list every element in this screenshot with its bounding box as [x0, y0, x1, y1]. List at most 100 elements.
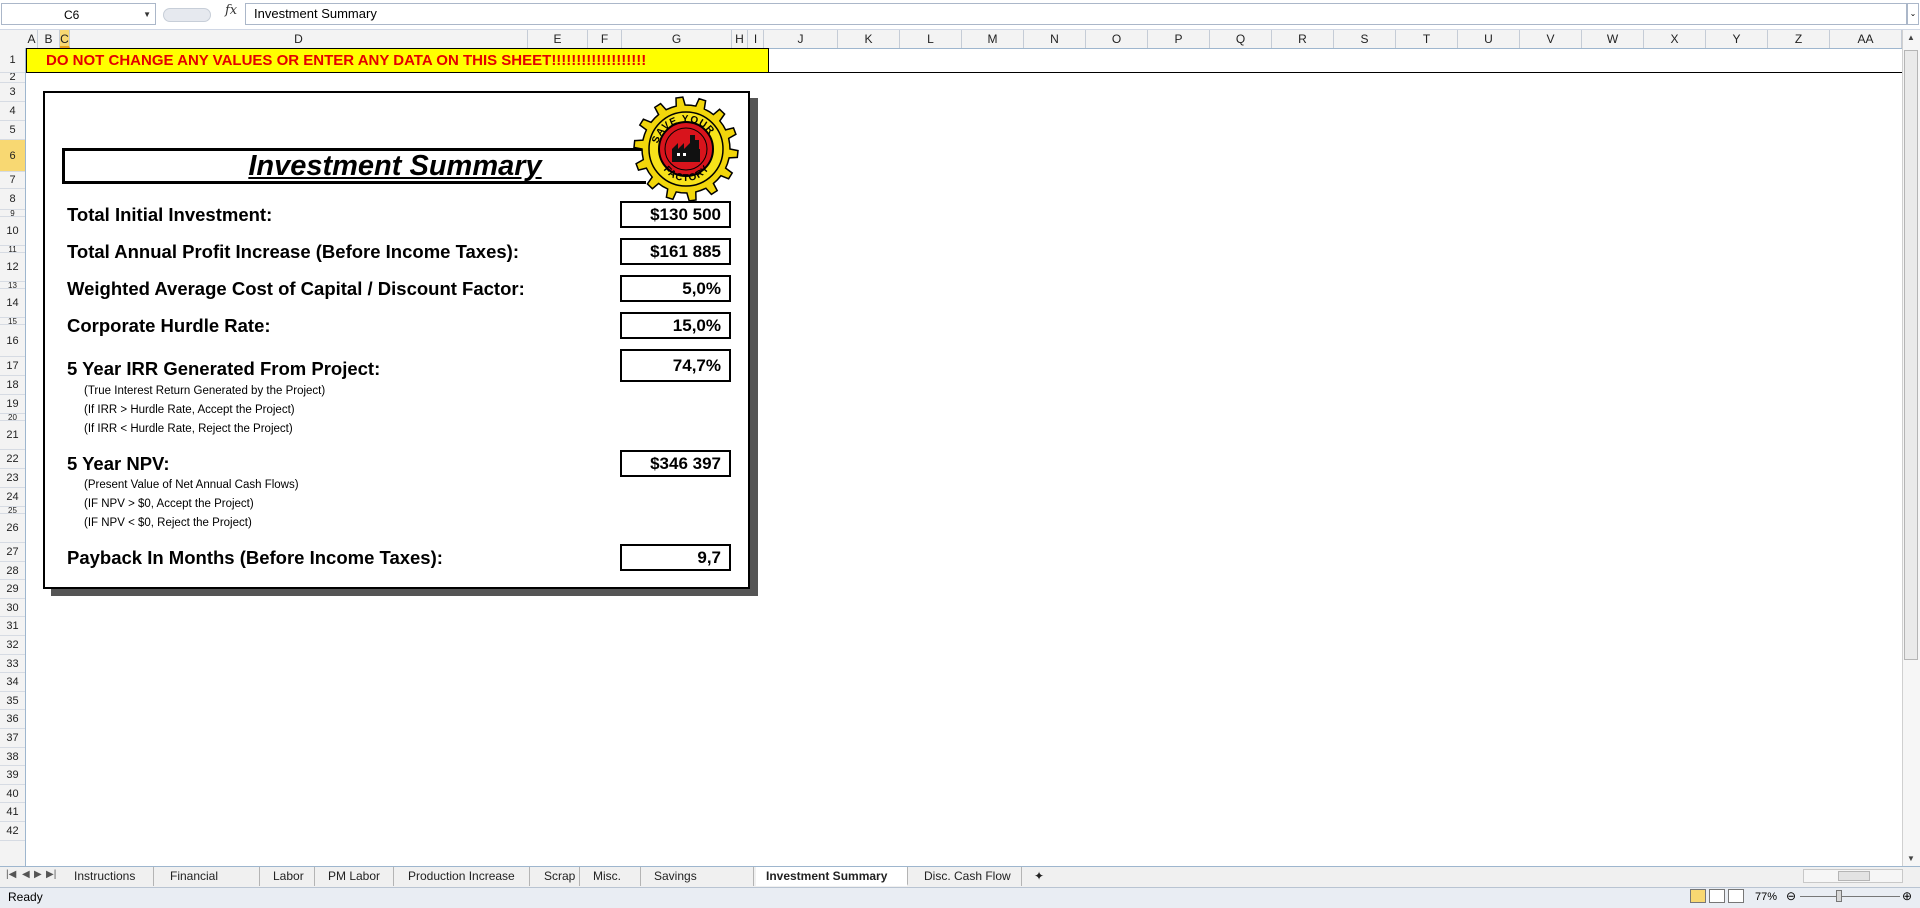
row-header-17[interactable]: 17	[0, 357, 25, 376]
row-header-41[interactable]: 41	[0, 803, 25, 822]
column-header-w[interactable]: W	[1582, 30, 1644, 48]
row-header-22[interactable]: 22	[0, 450, 25, 469]
column-header-i[interactable]: I	[748, 30, 764, 48]
column-header-l[interactable]: L	[900, 30, 962, 48]
zoom-slider-handle[interactable]	[1836, 890, 1842, 902]
column-header-k[interactable]: K	[838, 30, 900, 48]
row-header-12[interactable]: 12	[0, 253, 25, 282]
column-header-o[interactable]: O	[1086, 30, 1148, 48]
column-header-g[interactable]: G	[622, 30, 732, 48]
tab-savings-summary[interactable]: Savings Summary	[644, 867, 754, 901]
row-header-1[interactable]: 1	[0, 48, 25, 73]
row-header-34[interactable]: 34	[0, 673, 25, 692]
annual-profit-increase-value[interactable]: $161 885	[620, 238, 731, 265]
irr-value[interactable]: 74,7%	[620, 349, 731, 382]
row-header-20[interactable]: 20	[0, 414, 25, 421]
row-header-24[interactable]: 24	[0, 488, 25, 507]
column-header-x[interactable]: X	[1644, 30, 1706, 48]
row-header-2[interactable]: 2	[0, 73, 25, 83]
row-header-7[interactable]: 7	[0, 172, 25, 189]
row-header-9[interactable]: 9	[0, 210, 25, 217]
row-header-16[interactable]: 16	[0, 325, 25, 357]
column-header-r[interactable]: R	[1272, 30, 1334, 48]
column-header-v[interactable]: V	[1520, 30, 1582, 48]
row-header-19[interactable]: 19	[0, 395, 25, 414]
row-header-35[interactable]: 35	[0, 692, 25, 711]
zoom-out-icon[interactable]: ⊖	[1786, 889, 1796, 903]
formula-input[interactable]: Investment Summary	[245, 3, 1907, 25]
zoom-level[interactable]: 77%	[1755, 887, 1777, 907]
row-header-26[interactable]: 26	[0, 514, 25, 543]
formula-bar-splitter[interactable]	[163, 8, 211, 22]
row-header-10[interactable]: 10	[0, 217, 25, 246]
row-header-29[interactable]: 29	[0, 580, 25, 599]
tab-production-increase[interactable]: Production Increase	[398, 867, 530, 886]
row-header-14[interactable]: 14	[0, 289, 25, 318]
column-header-n[interactable]: N	[1024, 30, 1086, 48]
page-break-view-button[interactable]	[1728, 889, 1744, 903]
scroll-down-icon[interactable]: ▼	[1904, 852, 1918, 866]
column-header-d[interactable]: D	[70, 30, 528, 48]
tab-scrap[interactable]: Scrap	[534, 867, 580, 886]
column-header-e[interactable]: E	[528, 30, 588, 48]
vertical-scroll-thumb[interactable]	[1904, 50, 1918, 660]
npv-value[interactable]: $346 397	[620, 450, 731, 477]
row-header-25[interactable]: 25	[0, 507, 25, 514]
row-header-39[interactable]: 39	[0, 766, 25, 785]
column-header-q[interactable]: Q	[1210, 30, 1272, 48]
first-sheet-icon[interactable]: |◀	[6, 869, 16, 880]
page-layout-view-button[interactable]	[1709, 889, 1725, 903]
column-header-f[interactable]: F	[588, 30, 622, 48]
horizontal-scroll-thumb[interactable]	[1838, 871, 1870, 881]
payback-value[interactable]: 9,7	[620, 544, 731, 571]
row-header-18[interactable]: 18	[0, 376, 25, 395]
tab-financial-inputs[interactable]: Financial Inputs	[160, 867, 260, 901]
tab-instructions[interactable]: Instructions	[64, 867, 154, 886]
prev-sheet-icon[interactable]: ◀	[22, 869, 30, 880]
row-header-27[interactable]: 27	[0, 543, 25, 562]
column-header-y[interactable]: Y	[1706, 30, 1768, 48]
chevron-down-icon[interactable]: ▼	[143, 4, 151, 26]
row-header-42[interactable]: 42	[0, 822, 25, 841]
wacc-value[interactable]: 5,0%	[620, 275, 731, 302]
column-header-s[interactable]: S	[1334, 30, 1396, 48]
column-header-h[interactable]: H	[732, 30, 748, 48]
row-header-11[interactable]: 11	[0, 246, 25, 253]
row-header-8[interactable]: 8	[0, 189, 25, 210]
row-header-21[interactable]: 21	[0, 421, 25, 450]
tab-disc-cash-flow[interactable]: Disc. Cash Flow	[914, 867, 1022, 886]
next-sheet-icon[interactable]: ▶	[34, 869, 42, 880]
row-header-33[interactable]: 33	[0, 655, 25, 674]
row-header-31[interactable]: 31	[0, 617, 25, 636]
row-header-28[interactable]: 28	[0, 562, 25, 581]
zoom-in-icon[interactable]: ⊕	[1902, 889, 1912, 903]
column-header-z[interactable]: Z	[1768, 30, 1830, 48]
page-title[interactable]: Investment Summary	[62, 148, 728, 184]
column-header-j[interactable]: J	[764, 30, 838, 48]
formula-expand-button[interactable]: ⌄	[1907, 3, 1919, 25]
row-header-32[interactable]: 32	[0, 636, 25, 655]
row-header-15[interactable]: 15	[0, 318, 25, 325]
row-header-4[interactable]: 4	[0, 102, 25, 121]
tab-misc[interactable]: Misc.	[583, 867, 641, 886]
column-header-aa[interactable]: AA	[1830, 30, 1902, 48]
tab-pm-labor[interactable]: PM Labor	[318, 867, 394, 886]
last-sheet-icon[interactable]: ▶|	[46, 869, 56, 880]
row-header-6[interactable]: 6	[0, 140, 25, 172]
scroll-up-icon[interactable]: ▲	[1904, 31, 1918, 45]
column-header-b[interactable]: B	[38, 30, 60, 48]
row-header-36[interactable]: 36	[0, 710, 25, 729]
total-initial-investment-value[interactable]: $130 500	[620, 201, 731, 228]
zoom-slider[interactable]	[1800, 896, 1900, 897]
tab-labor[interactable]: Labor	[263, 867, 315, 886]
row-header-40[interactable]: 40	[0, 785, 25, 804]
name-box[interactable]: C6 ▼	[1, 3, 156, 25]
column-header-u[interactable]: U	[1458, 30, 1520, 48]
tab-investment-summary[interactable]: Investment Summary	[756, 867, 908, 886]
column-header-a[interactable]: A	[26, 30, 38, 48]
row-header-30[interactable]: 30	[0, 599, 25, 618]
row-header-38[interactable]: 38	[0, 748, 25, 767]
column-header-m[interactable]: M	[962, 30, 1024, 48]
row-header-23[interactable]: 23	[0, 469, 25, 488]
row-header-5[interactable]: 5	[0, 121, 25, 140]
